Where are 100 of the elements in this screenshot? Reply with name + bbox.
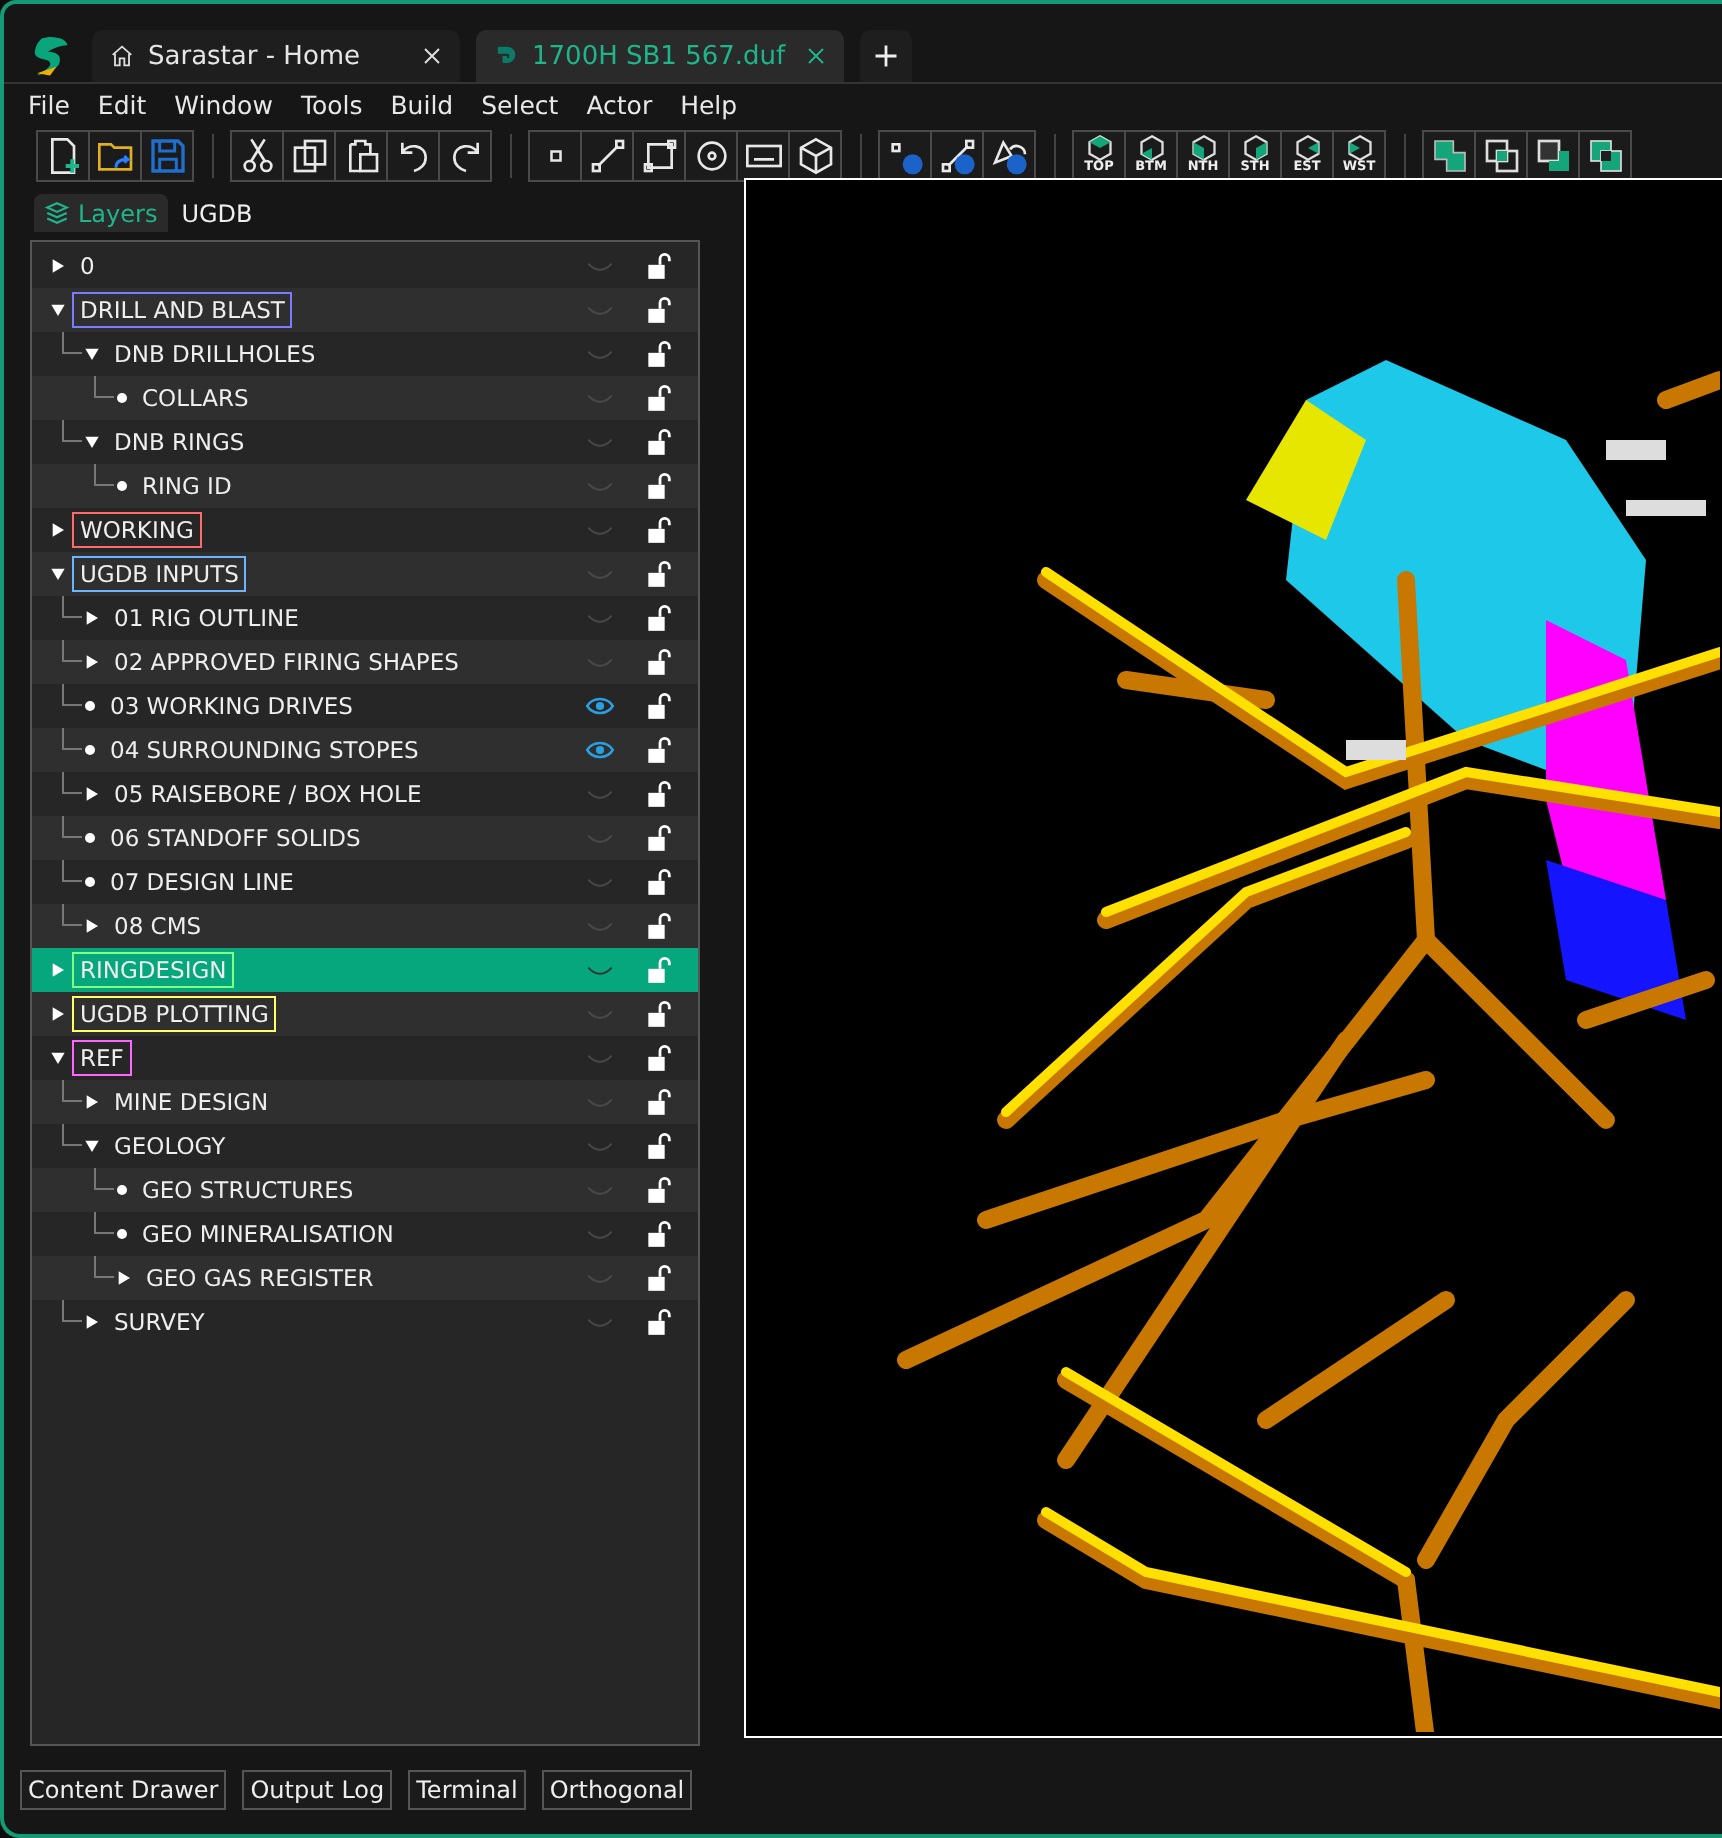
toolbar-button[interactable]: [386, 130, 440, 182]
unlocked-padlock-icon[interactable]: [646, 868, 674, 896]
layer-row[interactable]: 03 WORKING DRIVES: [32, 684, 698, 728]
layer-row[interactable]: GEO GAS REGISTER: [32, 1256, 698, 1300]
toolbar-button[interactable]: [528, 130, 582, 182]
layer-row[interactable]: MINE DESIGN: [32, 1080, 698, 1124]
layer-row[interactable]: COLLARS: [32, 376, 698, 420]
panel-button[interactable]: Output Log: [242, 1770, 393, 1810]
collapse-arrow-icon[interactable]: [50, 302, 66, 318]
layer-row[interactable]: SURVEY: [32, 1300, 698, 1344]
toolbar-button[interactable]: [632, 130, 686, 182]
expand-arrow-icon[interactable]: [84, 1094, 100, 1110]
menu-item[interactable]: Actor: [574, 90, 669, 126]
layer-row[interactable]: GEO MINERALISATION: [32, 1212, 698, 1256]
toolbar-button[interactable]: [684, 130, 738, 182]
panel-button[interactable]: Terminal: [408, 1770, 526, 1810]
expand-arrow-icon[interactable]: [84, 1314, 100, 1330]
eye-icon[interactable]: [586, 692, 614, 720]
unlocked-padlock-icon[interactable]: [646, 604, 674, 632]
expand-arrow-icon[interactable]: [84, 918, 100, 934]
unlocked-padlock-icon[interactable]: [646, 912, 674, 940]
close-icon[interactable]: [420, 44, 444, 68]
unlocked-padlock-icon[interactable]: [646, 1000, 674, 1028]
expand-arrow-icon[interactable]: [84, 654, 100, 670]
new-tab-button[interactable]: [860, 30, 912, 82]
menu-item[interactable]: Help: [668, 90, 754, 126]
panel-tab[interactable]: Layers: [34, 194, 168, 232]
layer-row[interactable]: 05 RAISEBORE / BOX HOLE: [32, 772, 698, 816]
unlocked-padlock-icon[interactable]: [646, 472, 674, 500]
layer-row[interactable]: 02 APPROVED FIRING SHAPES: [32, 640, 698, 684]
document-tab[interactable]: 1700H SB1 567.duf: [476, 30, 844, 82]
expand-arrow-icon[interactable]: [50, 1006, 66, 1022]
unlocked-padlock-icon[interactable]: [646, 1132, 674, 1160]
unlocked-padlock-icon[interactable]: [646, 1176, 674, 1204]
menu-item[interactable]: Select: [469, 90, 575, 126]
unlocked-padlock-icon[interactable]: [646, 1088, 674, 1116]
layer-row[interactable]: 04 SURROUNDING STOPES: [32, 728, 698, 772]
collapse-arrow-icon[interactable]: [84, 346, 100, 362]
collapse-arrow-icon[interactable]: [50, 1050, 66, 1066]
unlocked-padlock-icon[interactable]: [646, 692, 674, 720]
unlocked-padlock-icon[interactable]: [646, 1264, 674, 1292]
toolbar-button[interactable]: [788, 130, 842, 182]
toolbar-button[interactable]: [36, 130, 90, 182]
layer-row[interactable]: 08 CMS: [32, 904, 698, 948]
expand-arrow-icon[interactable]: [50, 522, 66, 538]
layer-row[interactable]: GEO STRUCTURES: [32, 1168, 698, 1212]
unlocked-padlock-icon[interactable]: [646, 384, 674, 412]
layer-row[interactable]: 0: [32, 244, 698, 288]
layer-row[interactable]: DNB RINGS: [32, 420, 698, 464]
unlocked-padlock-icon[interactable]: [646, 516, 674, 544]
expand-arrow-icon[interactable]: [116, 1270, 132, 1286]
collapse-arrow-icon[interactable]: [50, 566, 66, 582]
expand-arrow-icon[interactable]: [84, 610, 100, 626]
panel-button[interactable]: Content Drawer: [20, 1770, 227, 1810]
document-tab[interactable]: Sarastar - Home: [92, 30, 460, 82]
unlocked-padlock-icon[interactable]: [646, 648, 674, 676]
collapse-arrow-icon[interactable]: [84, 434, 100, 450]
menu-item[interactable]: Window: [162, 90, 289, 126]
unlocked-padlock-icon[interactable]: [646, 296, 674, 324]
panel-tab[interactable]: UGDB: [171, 194, 263, 232]
toolbar-button[interactable]: [580, 130, 634, 182]
layer-row[interactable]: DRILL AND BLAST: [32, 288, 698, 332]
unlocked-padlock-icon[interactable]: [646, 252, 674, 280]
layer-row[interactable]: 07 DESIGN LINE: [32, 860, 698, 904]
collapse-arrow-icon[interactable]: [84, 1138, 100, 1154]
toolbar-button[interactable]: [230, 130, 284, 182]
unlocked-padlock-icon[interactable]: [646, 780, 674, 808]
layer-row[interactable]: 01 RIG OUTLINE: [32, 596, 698, 640]
expand-arrow-icon[interactable]: [50, 258, 66, 274]
layer-row[interactable]: UGDB INPUTS: [32, 552, 698, 596]
unlocked-padlock-icon[interactable]: [646, 736, 674, 764]
layer-row[interactable]: WORKING: [32, 508, 698, 552]
toolbar-button[interactable]: [282, 130, 336, 182]
unlocked-padlock-icon[interactable]: [646, 1044, 674, 1072]
layer-row[interactable]: DNB DRILLHOLES: [32, 332, 698, 376]
menu-item[interactable]: Edit: [85, 90, 163, 126]
menu-item[interactable]: Build: [378, 90, 470, 126]
layer-row[interactable]: UGDB PLOTTING: [32, 992, 698, 1036]
toolbar-button[interactable]: [334, 130, 388, 182]
layer-row[interactable]: RING ID: [32, 464, 698, 508]
layer-row[interactable]: 06 STANDOFF SOLIDS: [32, 816, 698, 860]
toolbar-button[interactable]: [1578, 130, 1632, 182]
unlocked-padlock-icon[interactable]: [646, 824, 674, 852]
menu-item[interactable]: Tools: [288, 90, 379, 126]
layer-row[interactable]: REF: [32, 1036, 698, 1080]
eye-icon[interactable]: [586, 736, 614, 764]
toolbar-button[interactable]: [88, 130, 142, 182]
close-icon[interactable]: [804, 44, 828, 68]
unlocked-padlock-icon[interactable]: [646, 560, 674, 588]
expand-arrow-icon[interactable]: [84, 786, 100, 802]
menu-item[interactable]: File: [16, 90, 86, 126]
toolbar-button[interactable]: [438, 130, 492, 182]
layer-row[interactable]: GEOLOGY: [32, 1124, 698, 1168]
panel-button[interactable]: Orthogonal: [541, 1770, 693, 1810]
unlocked-padlock-icon[interactable]: [646, 1308, 674, 1336]
unlocked-padlock-icon[interactable]: [646, 340, 674, 368]
unlocked-padlock-icon[interactable]: [646, 428, 674, 456]
toolbar-button[interactable]: [736, 130, 790, 182]
toolbar-button[interactable]: [982, 130, 1036, 182]
unlocked-padlock-icon[interactable]: [646, 1220, 674, 1248]
